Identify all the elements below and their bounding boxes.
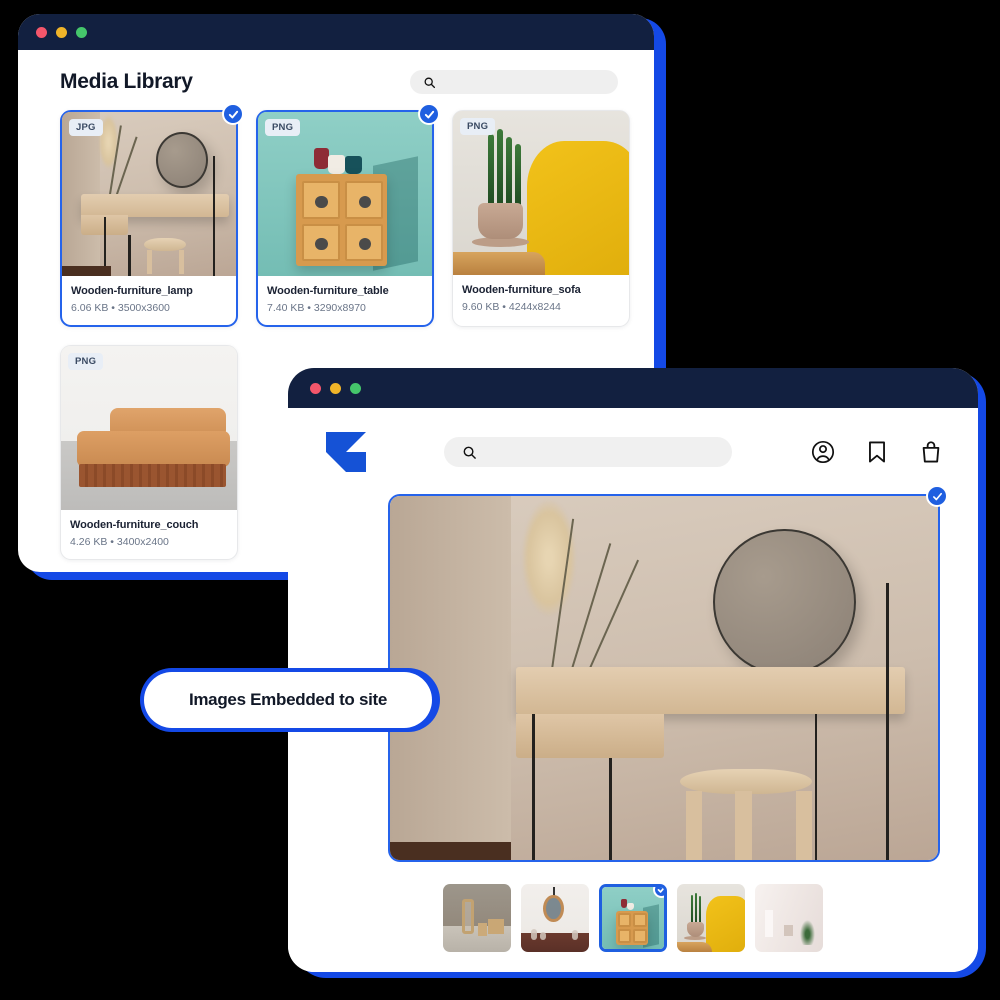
close-button[interactable] (310, 382, 321, 394)
media-card[interactable]: PNG Wooden-furniture_table 7.40 KB • 329… (256, 103, 440, 327)
media-meta: Wooden-furniture_lamp 6.06 KB • 3500x360… (62, 276, 236, 325)
store-actions (810, 439, 944, 465)
media-card[interactable]: JPG Wooden-furniture_lamp 6.06 KB • 3500… (60, 103, 244, 327)
media-thumbnail: PNG (258, 112, 432, 276)
file-dimensions: 3400x2400 (116, 536, 169, 548)
maximize-button[interactable] (76, 26, 87, 38)
thumbnail-item[interactable] (443, 884, 511, 952)
thumbnail-item[interactable] (521, 884, 589, 952)
search-icon (463, 446, 476, 459)
media-meta: Wooden-furniture_couch 4.26 KB • 3400x24… (61, 510, 237, 559)
file-dimensions: 4244x8244 (508, 301, 561, 313)
file-details: 6.06 KB • 3500x3600 (71, 302, 227, 314)
callout-badge: Images Embedded to site (144, 672, 432, 728)
thumbnail-item[interactable] (677, 884, 745, 952)
store-header (288, 408, 978, 472)
library-header: Media Library (38, 50, 634, 110)
preview-wrap (388, 485, 948, 862)
thumbnail-strip (288, 884, 978, 952)
screenshot-stage: Media Library JPG Wooden-furniture_lamp … (0, 0, 1000, 1000)
file-dimensions: 3500x3600 (117, 302, 170, 314)
close-button[interactable] (36, 26, 47, 38)
selected-check-badge[interactable] (418, 103, 440, 125)
minimize-button[interactable] (330, 382, 341, 394)
library-titlebar (18, 14, 654, 50)
bookmark-icon[interactable] (864, 439, 890, 465)
page-title: Media Library (60, 70, 193, 93)
file-details: 4.26 KB • 3400x2400 (70, 536, 228, 548)
file-size: 9.60 KB (462, 301, 500, 313)
check-icon (424, 110, 434, 118)
file-name: Wooden-furniture_couch (70, 519, 199, 531)
media-meta: Wooden-furniture_table 7.40 KB • 3290x89… (258, 276, 432, 325)
store-titlebar (288, 368, 978, 408)
file-name: Wooden-furniture_lamp (71, 285, 193, 297)
image-preview[interactable] (388, 494, 940, 862)
file-dimensions: 3290x8970 (313, 302, 366, 314)
file-size: 6.06 KB (71, 302, 109, 314)
search-icon (424, 77, 436, 88)
selected-check-badge[interactable] (222, 103, 244, 125)
file-size: 7.40 KB (267, 302, 305, 314)
meta-separator: • (110, 536, 114, 548)
file-name: Wooden-furniture_table (267, 285, 389, 297)
meta-separator: • (307, 302, 311, 314)
file-type-badge: PNG (68, 353, 104, 370)
check-icon (657, 887, 664, 893)
file-size: 4.26 KB (70, 536, 108, 548)
minimize-button[interactable] (56, 26, 67, 38)
media-meta: Wooden-furniture_sofa 9.60 KB • 4244x824… (453, 275, 629, 324)
store-search-wrap (366, 437, 810, 467)
media-thumbnail: JPG (62, 112, 236, 276)
file-type-badge: JPG (69, 119, 103, 136)
callout-label: Images Embedded to site (188, 690, 388, 709)
media-card[interactable]: PNG Wooden-furniture_couch 4.26 KB • 340… (60, 345, 238, 560)
check-icon (932, 492, 942, 500)
maximize-button[interactable] (350, 382, 361, 394)
library-search-input[interactable] (410, 70, 618, 94)
media-thumbnail: PNG (453, 111, 629, 275)
media-card[interactable]: PNG Wooden-furniture_sofa 9.60 KB • 4244… (452, 110, 630, 327)
file-details: 7.40 KB • 3290x8970 (267, 302, 423, 314)
media-thumbnail: PNG (61, 346, 237, 510)
thumbnail-item[interactable] (599, 884, 667, 952)
file-name: Wooden-furniture_sofa (462, 284, 581, 296)
shopping-bag-icon[interactable] (918, 439, 944, 465)
brand-logo-k-icon[interactable] (326, 432, 366, 472)
meta-separator: • (111, 302, 115, 314)
file-type-badge: PNG (460, 118, 496, 135)
file-details: 9.60 KB • 4244x8244 (462, 301, 620, 313)
meta-separator: • (502, 301, 506, 313)
preview-selected-check-badge[interactable] (926, 485, 948, 507)
store-search-input[interactable] (444, 437, 732, 467)
file-type-badge: PNG (265, 119, 301, 136)
check-icon (228, 110, 238, 118)
user-account-icon[interactable] (810, 439, 836, 465)
thumbnail-item[interactable] (755, 884, 823, 952)
thumbnail-selected-check-badge[interactable] (653, 887, 664, 898)
